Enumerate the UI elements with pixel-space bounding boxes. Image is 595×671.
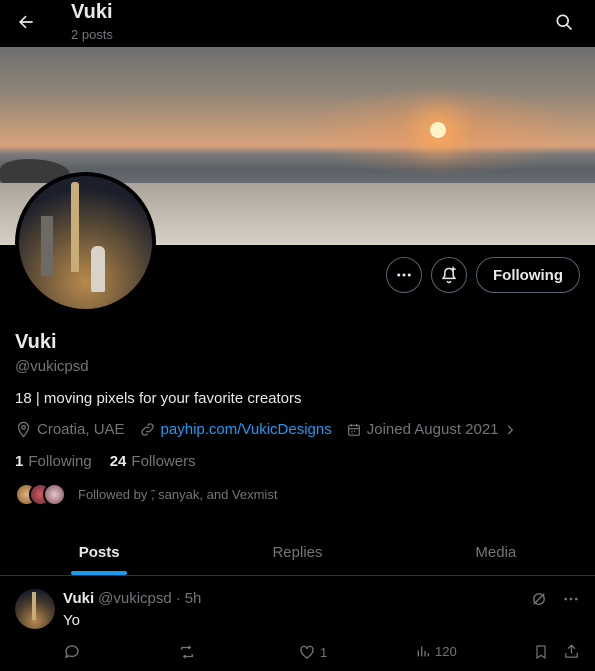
tab-replies[interactable]: Replies xyxy=(198,530,396,575)
location-text: Croatia, UAE xyxy=(37,421,125,438)
bookmark-button[interactable] xyxy=(533,643,549,661)
follow-counts: 1 Following 24 Followers xyxy=(15,453,214,470)
followers-count[interactable]: 24 Followers xyxy=(110,453,196,470)
back-arrow-icon[interactable] xyxy=(12,8,40,36)
avatar[interactable] xyxy=(15,172,156,313)
avatar-tower xyxy=(71,182,79,272)
post-count: 2 posts xyxy=(71,27,113,42)
repost-button[interactable] xyxy=(177,643,197,661)
post-actions: 1 120 xyxy=(63,643,583,665)
views-count: 120 xyxy=(435,643,457,659)
website: payhip.com/VukicDesigns xyxy=(139,421,332,438)
following-label: Following xyxy=(28,453,92,470)
page-title: Vuki xyxy=(71,1,113,23)
followed-by-text: Followed by ̃, sanyak, and Vexmist xyxy=(78,487,278,502)
tab-posts[interactable]: Posts xyxy=(0,530,198,575)
post-author[interactable]: Vuki xyxy=(63,590,94,607)
post-handle[interactable]: @vukicpsd xyxy=(98,590,172,607)
avatar-image xyxy=(19,176,152,309)
avatar-person xyxy=(91,246,105,292)
tab-media[interactable]: Media xyxy=(397,530,595,575)
notify-button[interactable] xyxy=(431,257,468,293)
reply-button[interactable] xyxy=(63,643,81,661)
more-button[interactable] xyxy=(386,257,423,293)
more-icon xyxy=(397,273,411,277)
location-icon xyxy=(17,421,30,438)
location: Croatia, UAE xyxy=(15,421,125,438)
repost-icon xyxy=(181,645,193,659)
calendar-icon xyxy=(347,423,360,436)
views-icon xyxy=(417,646,429,657)
notification-add-icon xyxy=(441,266,457,284)
banner-sun xyxy=(430,122,446,138)
search-icon[interactable] xyxy=(551,9,577,35)
profile-meta: Croatia, UAE payhip.com/VukicDesigns Joi… xyxy=(15,421,536,438)
following-count[interactable]: 1 Following xyxy=(15,453,92,470)
bookmark-icon xyxy=(536,645,546,660)
following-button[interactable]: Following xyxy=(476,257,580,293)
join-date-text: Joined August 2021 xyxy=(366,421,499,438)
profile-actions: Following xyxy=(386,257,580,293)
avatar-building xyxy=(41,216,53,276)
post-text: Yo xyxy=(63,612,80,629)
more-icon[interactable] xyxy=(562,590,580,608)
reply-icon xyxy=(64,645,79,659)
chevron-right-icon xyxy=(507,424,513,435)
followers-label: Followers xyxy=(131,453,196,470)
post[interactable]: Vuki @vukicpsd · 5h Yo 1 120 xyxy=(0,577,595,671)
link-icon xyxy=(140,423,154,436)
followers-number: 24 xyxy=(109,453,127,470)
like-icon xyxy=(300,645,314,659)
like-count: 1 xyxy=(320,644,328,660)
post-avatar-tower xyxy=(32,592,36,620)
join-date[interactable]: Joined August 2021 xyxy=(346,421,522,438)
share-icon xyxy=(565,644,578,658)
grok-icon[interactable] xyxy=(530,590,548,608)
post-avatar[interactable] xyxy=(15,589,55,629)
share-button[interactable] xyxy=(563,643,580,660)
top-bar: Vuki 2 posts xyxy=(0,0,595,47)
post-time[interactable]: 5h xyxy=(185,590,202,607)
profile-handle: @vukicpsd xyxy=(15,358,89,375)
followed-by[interactable]: Followed by ̃, sanyak, and Vexmist xyxy=(15,483,277,506)
post-header: Vuki @vukicpsd · 5h xyxy=(63,590,201,607)
follower-avatar xyxy=(43,483,66,506)
post-separator: · xyxy=(175,590,181,607)
like-button[interactable]: 1 xyxy=(298,643,327,661)
views-button[interactable]: 120 xyxy=(415,643,457,659)
profile-bio: 18 | moving pixels for your favorite cre… xyxy=(15,390,302,407)
profile-tabs: Posts Replies Media xyxy=(0,530,595,576)
post-top-actions xyxy=(530,590,580,608)
website-link[interactable]: payhip.com/VukicDesigns xyxy=(161,421,332,438)
profile-name: Vuki xyxy=(15,331,57,353)
following-number: 1 xyxy=(15,453,24,470)
